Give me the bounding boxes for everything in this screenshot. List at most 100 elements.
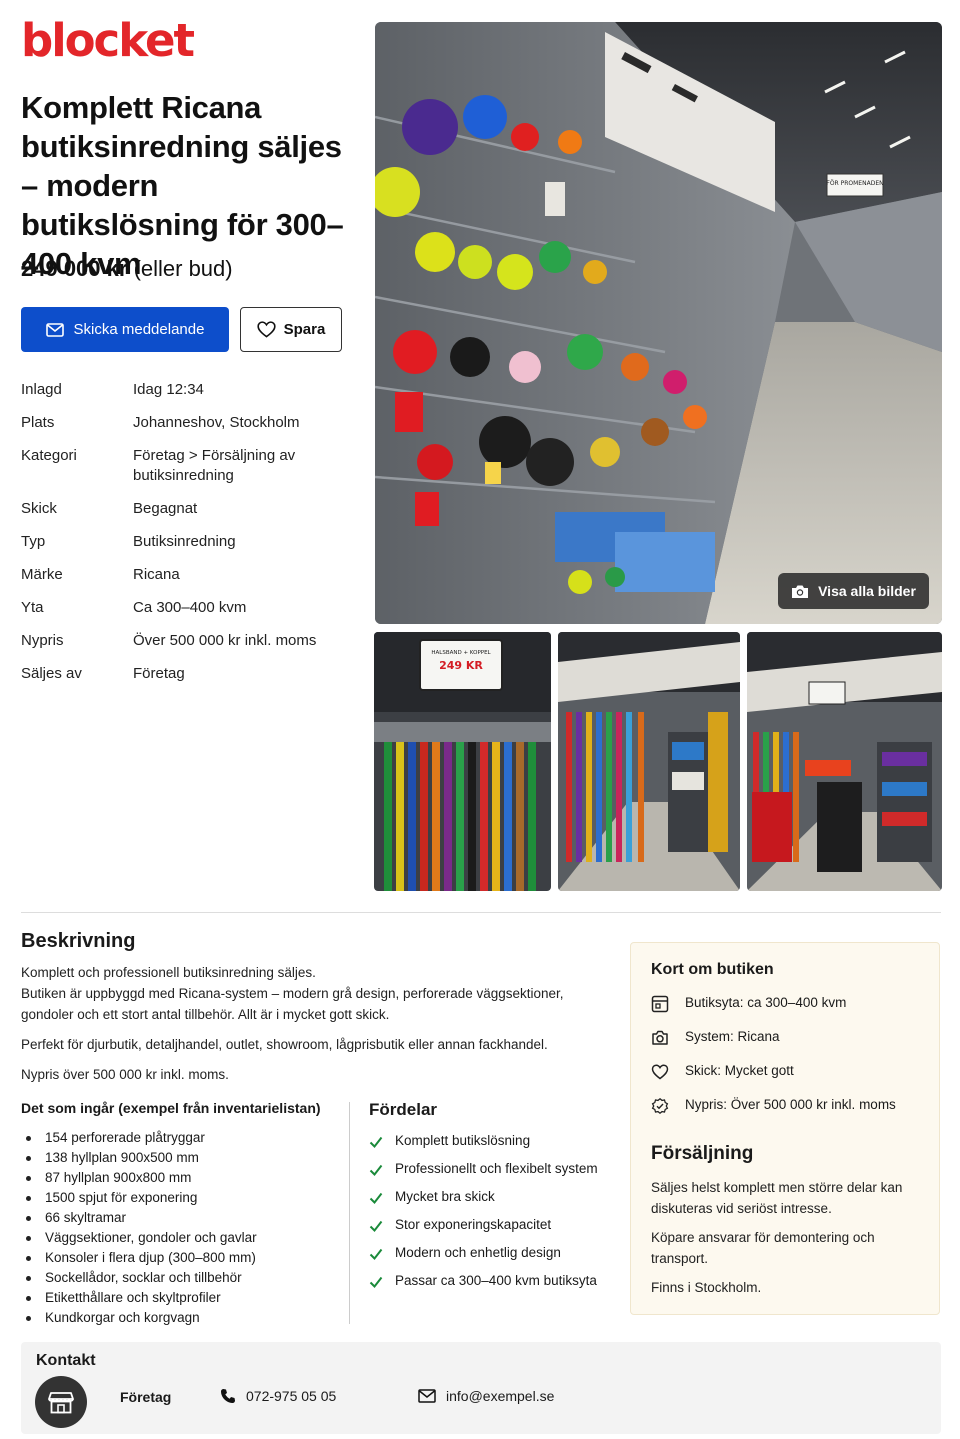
list-item: Etiketthållare och skyltprofiler — [21, 1288, 257, 1308]
price-suffix: (eller bud) — [133, 256, 233, 281]
thumbnail-1[interactable]: HALSBAND + KOPPEL 249 KR — [374, 632, 551, 891]
list-item: Modern och enhetlig design — [369, 1245, 598, 1273]
detail-value: Begagnat — [133, 500, 198, 517]
included-heading: Det som ingår (exempel från inventarieli… — [21, 1100, 321, 1116]
list-item: Nypris: Över 500 000 kr inkl. moms — [651, 1097, 896, 1131]
list-item: Sockellådor, socklar och tillbehör — [21, 1268, 257, 1288]
detail-row: Märke Ricana — [21, 565, 351, 585]
description-paragraph: Perfekt för djurbutik, detaljhandel, out… — [21, 1037, 548, 1052]
sale-text: Säljes helst komplett men större delar k… — [651, 1177, 921, 1306]
list-item: 66 skyltramar — [21, 1208, 257, 1228]
detail-value: Ricana — [133, 566, 180, 583]
show-all-photos-label: Visa alla bilder — [818, 583, 916, 599]
contact-heading: Kontakt — [36, 1352, 96, 1369]
detail-row: Säljes av Företag — [21, 664, 351, 684]
detail-value: Johanneshov, Stockholm — [133, 414, 300, 431]
summary-text: Nypris: Över 500 000 kr inkl. moms — [685, 1097, 896, 1112]
detail-value: Företag — [133, 665, 185, 682]
description-text: Komplett och professionell butiksinredni… — [21, 962, 611, 1094]
summary-text: System: Ricana — [685, 1029, 780, 1044]
description-heading: Beskrivning — [21, 930, 136, 952]
detail-label: Skick — [21, 500, 57, 517]
advantage-text: Modern och enhetlig design — [395, 1245, 561, 1260]
column-divider — [349, 1102, 350, 1324]
detail-row: Skick Begagnat — [21, 499, 351, 519]
list-item: Stor exponeringskapacitet — [369, 1217, 598, 1245]
list-item: 154 perforerade plåtryggar — [21, 1128, 257, 1148]
send-message-button[interactable]: Skicka meddelande — [21, 307, 229, 352]
price-amount: 249 000 kr — [21, 256, 128, 281]
phone-number: 072-975 05 05 — [246, 1388, 337, 1404]
advantage-text: Professionellt och flexibelt system — [395, 1161, 598, 1176]
store-icon — [48, 1392, 74, 1414]
detail-label: Typ — [21, 533, 46, 550]
detail-row: Plats Johanneshov, Stockholm — [21, 413, 351, 433]
thumb-sign-title: HALSBAND + KOPPEL — [431, 650, 491, 656]
contact-company: Företag — [120, 1389, 172, 1405]
detail-label: Säljes av — [21, 665, 82, 682]
detail-label: Kategori — [21, 447, 77, 464]
heart-icon — [651, 1064, 669, 1080]
list-item: Skick: Mycket gott — [651, 1063, 896, 1097]
camera-icon — [792, 585, 809, 598]
thumbnail-2[interactable] — [558, 632, 740, 891]
contact-section: Kontakt Företag 072-975 05 05 info@exemp… — [21, 1342, 941, 1434]
advantages-list: Komplett butikslösning Professionellt oc… — [369, 1133, 598, 1301]
list-item: Butiksyta: ca 300–400 kvm — [651, 995, 896, 1029]
list-item: Passar ca 300–400 kvm butiksyta — [369, 1273, 598, 1301]
detail-row: Inlagd Idag 12:34 — [21, 380, 351, 400]
price-tag-icon — [651, 1097, 669, 1115]
summary-heading: Kort om butiken — [651, 961, 774, 978]
list-item: Professionellt och flexibelt system — [369, 1161, 598, 1189]
description-paragraph: Komplett och professionell butiksinredni… — [21, 965, 564, 1022]
avatar — [35, 1376, 87, 1428]
contact-email[interactable]: info@exempel.se — [418, 1388, 554, 1404]
detail-row: Kategori Företag > Försäljning av butiksi… — [21, 446, 351, 486]
save-button[interactable]: Spara — [240, 307, 342, 352]
summary-text: Skick: Mycket gott — [685, 1063, 794, 1078]
main-photo[interactable]: FÖR PROMENADEN — [375, 22, 942, 624]
checkmark-icon — [369, 1164, 383, 1177]
list-item: 1500 spjut för exponering — [21, 1188, 257, 1208]
list-item: Kundkorgar och korgvagn — [21, 1308, 257, 1328]
store-summary-card: Kort om butiken Butiksyta: ca 300–400 kv… — [630, 942, 940, 1315]
list-item: Komplett butikslösning — [369, 1133, 598, 1161]
listing-details: Inlagd Idag 12:34 Plats Johanneshov, Stock… — [21, 380, 351, 697]
list-item: 87 hyllplan 900x800 mm — [21, 1168, 257, 1188]
contact-phone[interactable]: 072-975 05 05 — [220, 1388, 336, 1404]
detail-value: Butiksinredning — [133, 533, 236, 550]
list-item: Väggsektioner, gondoler och gavlar — [21, 1228, 257, 1248]
phone-icon — [221, 1389, 235, 1403]
advantage-text: Passar ca 300–400 kvm butiksyta — [395, 1273, 597, 1288]
detail-label: Nypris — [21, 632, 64, 649]
heart-icon — [257, 321, 276, 338]
summary-text: Butiksyta: ca 300–400 kvm — [685, 995, 847, 1010]
detail-value: Företag > Försäljning av butiksinredning — [133, 447, 296, 484]
detail-row: Typ Butiksinredning — [21, 532, 351, 552]
checkmark-icon — [369, 1276, 383, 1289]
listing-price: 249 000 kr (eller bud) — [21, 256, 233, 282]
sale-paragraph: Finns i Stockholm. — [651, 1280, 762, 1295]
summary-list: Butiksyta: ca 300–400 kvm System: Ricana… — [651, 995, 896, 1131]
floorplan-icon — [651, 995, 669, 1013]
advantage-text: Komplett butikslösning — [395, 1133, 531, 1148]
list-item: System: Ricana — [651, 1029, 896, 1063]
advantage-text: Stor exponeringskapacitet — [395, 1217, 552, 1232]
detail-row: Yta Ca 300–400 kvm — [21, 598, 351, 618]
blocket-logo[interactable]: blocket — [21, 18, 195, 63]
show-all-photos-button[interactable]: Visa alla bilder — [778, 573, 929, 609]
detail-value: Ca 300–400 kvm — [133, 599, 247, 616]
sale-heading: Försäljning — [651, 1143, 754, 1164]
detail-label: Plats — [21, 414, 55, 431]
description-paragraph: Nypris över 500 000 kr inkl. moms. — [21, 1067, 229, 1082]
thumbnail-3[interactable] — [747, 632, 942, 891]
detail-value: Idag 12:34 — [133, 381, 204, 398]
list-item: Konsoler i flera djup (300–800 mm) — [21, 1248, 257, 1268]
checkmark-icon — [369, 1136, 383, 1149]
aisle-sign-text: FÖR PROMENADEN — [826, 180, 883, 187]
send-message-label: Skicka meddelande — [73, 321, 205, 338]
list-item: 138 hyllplan 900x500 mm — [21, 1148, 257, 1168]
checkmark-icon — [369, 1248, 383, 1261]
checkmark-icon — [369, 1192, 383, 1205]
advantage-text: Mycket bra skick — [395, 1189, 495, 1204]
